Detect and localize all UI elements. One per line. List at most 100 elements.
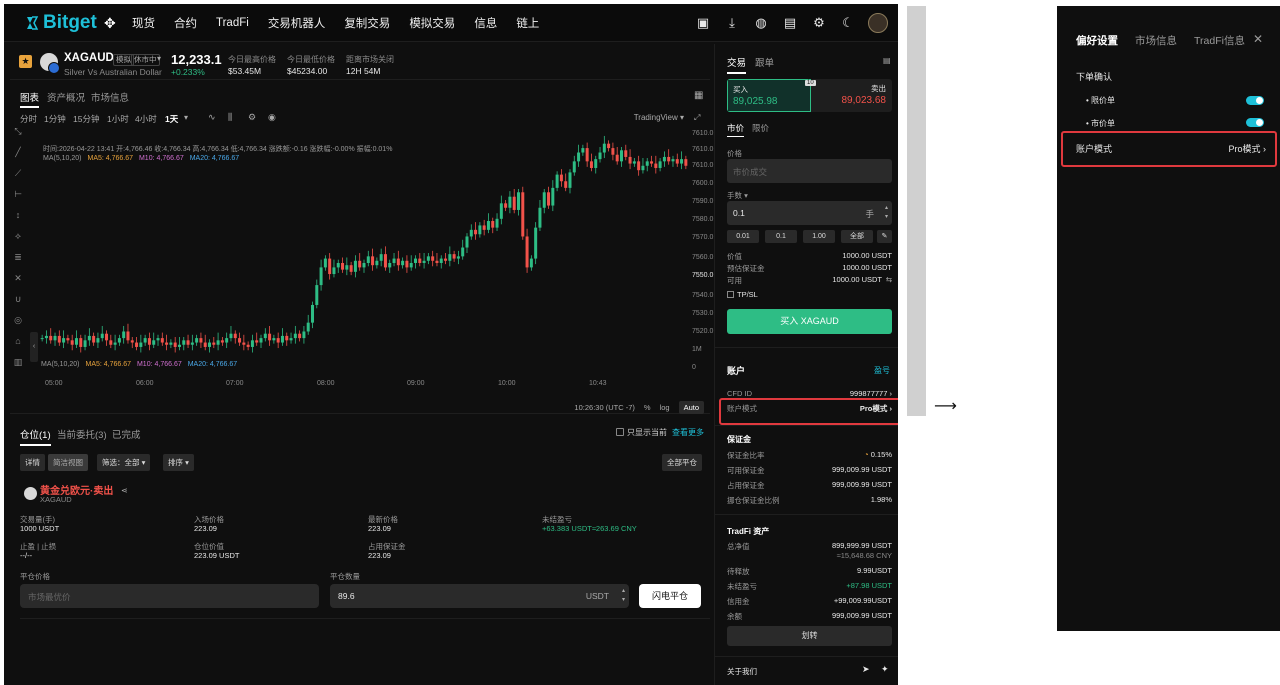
qty-label[interactable]: 手数 ▾ [727,190,748,201]
pref-tab-tradfi[interactable]: TradFi信息 [1194,33,1245,48]
close-price-input[interactable]: 市场最优价 [20,584,319,608]
swap-icon[interactable]: ⇆ [886,275,892,284]
quick-qty-2[interactable]: 1.00 [803,230,835,243]
tab-asset-overview[interactable]: 资产概况 [47,90,85,104]
eye-tool-icon[interactable]: ◎ [13,315,23,325]
favorite-star-icon[interactable]: ★ [19,55,32,68]
qty-input[interactable]: 0.1 手 ▴ ▾ [727,201,892,225]
trash-tool-icon[interactable]: ▥ [13,357,23,367]
detail-view-button[interactable]: 详情 [20,454,45,471]
tab-open-orders[interactable]: 当前委托(3) [57,427,107,441]
nav-spot[interactable]: 现货 [132,15,155,31]
tradingview-label[interactable]: TradingView ▾ [634,113,684,122]
nav-info[interactable]: 信息 [474,15,497,31]
tf-1d[interactable]: 1天 [165,113,178,125]
nav-demo[interactable]: 模拟交易 [409,15,455,31]
candle-type-icon[interactable]: ⫼ [228,112,232,123]
tf-1h[interactable]: 1小时 [107,113,129,125]
wallet-icon[interactable]: ▣ [695,15,711,31]
apps-grid-icon[interactable]: ✥ [104,16,118,30]
limit-order-toggle[interactable] [1246,96,1264,105]
view-more-link[interactable]: 查看更多 [672,427,704,438]
candlestick-chart[interactable] [40,126,688,382]
tab-trade[interactable]: 交易 [727,55,747,74]
moon-icon[interactable]: ☾ [840,15,856,31]
quick-qty-0[interactable]: 0.01 [727,230,759,243]
fullscreen-icon[interactable]: ⤢ [694,113,700,123]
tpsl-row[interactable]: TP/SL [727,290,892,299]
market-order-toggle[interactable] [1246,118,1264,127]
nav-tradfi[interactable]: TradFi [216,17,249,29]
indicator-icon[interactable]: ∿ [208,112,216,123]
crosshair-tool-icon[interactable]: ⤡ [13,126,23,136]
collapse-toolbar-icon[interactable]: ‹ [30,332,38,362]
shape-tool-icon[interactable]: ⟡ [13,231,23,241]
tpsl-checkbox[interactable] [727,291,734,298]
nav-copy[interactable]: 复制交易 [344,15,390,31]
avatar[interactable] [868,13,888,33]
download-icon[interactable]: ⤓ [724,15,740,31]
share-icon[interactable]: ⋖ [121,486,128,495]
qty-input-stepper-icon[interactable]: ▴ ▾ [885,204,888,222]
tab-copy-trade[interactable]: 跟单 [755,55,774,69]
pref-tab-market[interactable]: 市场信息 [1135,33,1177,48]
telegram-icon[interactable]: ➤ [862,664,870,675]
simple-view-button[interactable]: 简洁视图 [48,454,88,471]
tf-15m[interactable]: 15分钟 [73,113,99,125]
qty-stepper-icon[interactable]: ▴ ▾ [622,587,625,605]
tab-completed[interactable]: 已完成 [112,427,141,441]
sort-dropdown[interactable]: 排序 ▾ [163,454,194,471]
close-all-button[interactable]: 全部平仓 [662,454,702,471]
lock-tool-icon[interactable]: ⌂ [13,336,23,346]
nav-bots[interactable]: 交易机器人 [268,15,326,31]
log-scale-button[interactable]: log [660,403,670,412]
tf-4h[interactable]: 4小时 [135,113,157,125]
nav-futures[interactable]: 合约 [174,15,197,31]
quick-qty-1[interactable]: 0.1 [765,230,797,243]
calculator-icon[interactable]: ▤ [883,56,891,65]
transfer-button[interactable]: 划转 [727,626,892,646]
grid-icon[interactable]: ▦ [694,90,703,101]
percent-scale-button[interactable]: % [644,403,651,412]
layout-icon[interactable]: ▤ [782,15,798,31]
edit-qty-icon[interactable]: ✎ [877,230,892,243]
vline-tool-icon[interactable]: ↕ [13,210,23,220]
flash-close-button[interactable]: 闪电平仓 [639,584,701,608]
auto-scale-button[interactable]: Auto [678,401,704,414]
ticker-symbol[interactable]: XAGAUD [64,52,114,64]
tf-timeline[interactable]: 分时 [20,113,37,125]
symbol-dropdown-icon[interactable]: ▾ [157,54,161,63]
measure-tool-icon[interactable]: ✕ [13,273,23,283]
quick-qty-all[interactable]: 全部 [841,230,873,243]
hline-tool-icon[interactable]: ⊢ [13,189,23,199]
checkbox-box[interactable] [616,428,624,436]
leverage-badge[interactable]: 10 [805,80,816,86]
tab-positions[interactable]: 仓位(1) [20,427,51,446]
close-icon[interactable]: ✕ [1253,32,1263,46]
close-qty-input[interactable]: 89.6 USDT ▴ ▾ [330,584,629,608]
filter-dropdown[interactable]: 筛选：全部 ▾ [97,454,151,471]
ray-tool-icon[interactable]: ⟋ [13,168,23,178]
order-type-market[interactable]: 市价 [727,122,745,137]
brand-logo[interactable]: Bitget [24,11,97,35]
pref-tab-settings[interactable]: 偏好设置 [1076,33,1118,48]
fib-tool-icon[interactable]: ≣ [13,252,23,262]
magnet-tool-icon[interactable]: ∪ [13,294,23,304]
camera-icon[interactable]: ◉ [268,112,276,123]
tab-market-info[interactable]: 市场信息 [91,90,129,104]
tf-dropdown-icon[interactable]: ▾ [184,113,188,122]
gear-icon[interactable]: ⚙ [811,15,827,31]
field-tpsl-value[interactable]: --/-- [20,551,32,560]
only-current-checkbox[interactable]: 只显示当前 [616,427,667,438]
about-link[interactable]: 关于我们 [727,666,757,677]
nav-onchain[interactable]: 链上 [516,15,539,31]
order-type-limit[interactable]: 限价 [752,122,769,134]
cfd-id-value[interactable]: 999877777 › [850,389,892,398]
twitter-icon[interactable]: ✦ [881,664,889,675]
buy-side-button[interactable]: 买入 89,025.98 [727,79,811,112]
trendline-tool-icon[interactable]: ╱ [13,147,23,157]
sell-side-button[interactable]: 卖出 89,023.68 [811,79,892,112]
tf-1m[interactable]: 1分钟 [44,113,66,125]
price-input[interactable]: 市价成交 [727,159,892,183]
settings-icon[interactable]: ⚙ [248,112,256,123]
